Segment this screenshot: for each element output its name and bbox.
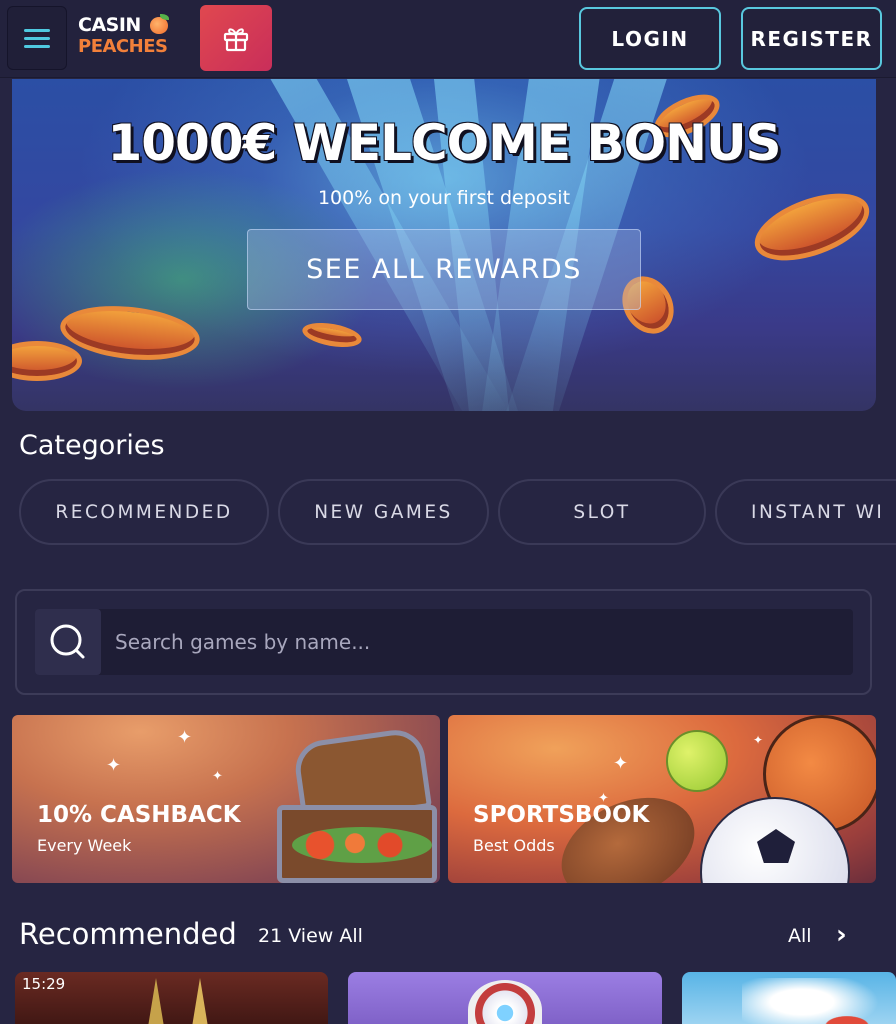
login-button[interactable]: LOGIN — [579, 7, 721, 70]
view-all-link[interactable]: 21 View All — [258, 925, 363, 947]
category-instant-win[interactable]: INSTANT WI — [715, 479, 896, 545]
promo-title: SPORTSBOOK — [473, 802, 650, 828]
hero-title: 1000€ WELCOME BONUS — [107, 114, 781, 172]
game-tile[interactable]: 15:29 — [15, 972, 328, 1024]
search-icon — [50, 624, 85, 659]
see-all-rewards-button[interactable]: SEE ALL REWARDS — [247, 229, 641, 310]
search-panel — [15, 589, 872, 695]
gift-icon — [223, 28, 249, 52]
tennis-ball-icon — [666, 730, 728, 792]
gift-button[interactable] — [200, 5, 272, 71]
sparkle-icon: ✦ — [613, 753, 629, 774]
category-new-games[interactable]: NEW GAMES — [278, 479, 489, 545]
search-button[interactable] — [35, 609, 101, 675]
categories-heading: Categories — [19, 430, 165, 461]
top-header: CASIN PEACHES LOGIN REGISTER — [0, 0, 896, 78]
category-slot[interactable]: SLOT — [498, 479, 706, 545]
category-strip[interactable]: RECOMMENDED NEW GAMES SLOT INSTANT WI — [0, 479, 896, 545]
cashback-promo-card[interactable]: ✦ ✦ ✦ 10% CASHBACK Every Week — [12, 715, 440, 883]
game-tile[interactable] — [682, 972, 896, 1024]
hero-subtitle: 100% on your first deposit — [317, 187, 571, 209]
sparkle-icon: ✦ — [212, 769, 223, 784]
promo-subtitle: Best Odds — [473, 836, 555, 855]
promo-subtitle: Every Week — [37, 836, 132, 855]
sparkle-icon: ✦ — [753, 733, 764, 747]
rocket-icon — [468, 980, 542, 1024]
search-bar[interactable] — [35, 609, 853, 675]
sparkle-icon: ✦ — [106, 755, 122, 776]
all-filter-link[interactable]: All — [788, 925, 812, 947]
category-recommended[interactable]: RECOMMENDED — [19, 479, 269, 545]
register-button[interactable]: REGISTER — [741, 7, 882, 70]
character-art — [742, 978, 892, 1024]
chevron-right-icon[interactable]: › — [836, 920, 847, 950]
hamburger-menu-button[interactable] — [7, 6, 67, 70]
welcome-bonus-banner[interactable]: 1000€ WELCOME BONUS 100% on your first d… — [12, 79, 876, 411]
recommended-heading: Recommended — [19, 917, 237, 951]
casino-peaches-logo[interactable]: CASIN PEACHES — [78, 14, 174, 62]
game-timer: 15:29 — [22, 975, 66, 993]
hamburger-menu-icon — [24, 28, 50, 32]
football-icon — [545, 777, 711, 883]
promo-title: 10% CASHBACK — [37, 802, 241, 828]
sportsbook-promo-card[interactable]: ✦ ✦ ✦ SPORTSBOOK Best Odds — [448, 715, 876, 883]
sparkle-icon: ✦ — [177, 727, 193, 748]
game-tile[interactable] — [348, 972, 662, 1024]
search-input[interactable] — [115, 609, 835, 675]
